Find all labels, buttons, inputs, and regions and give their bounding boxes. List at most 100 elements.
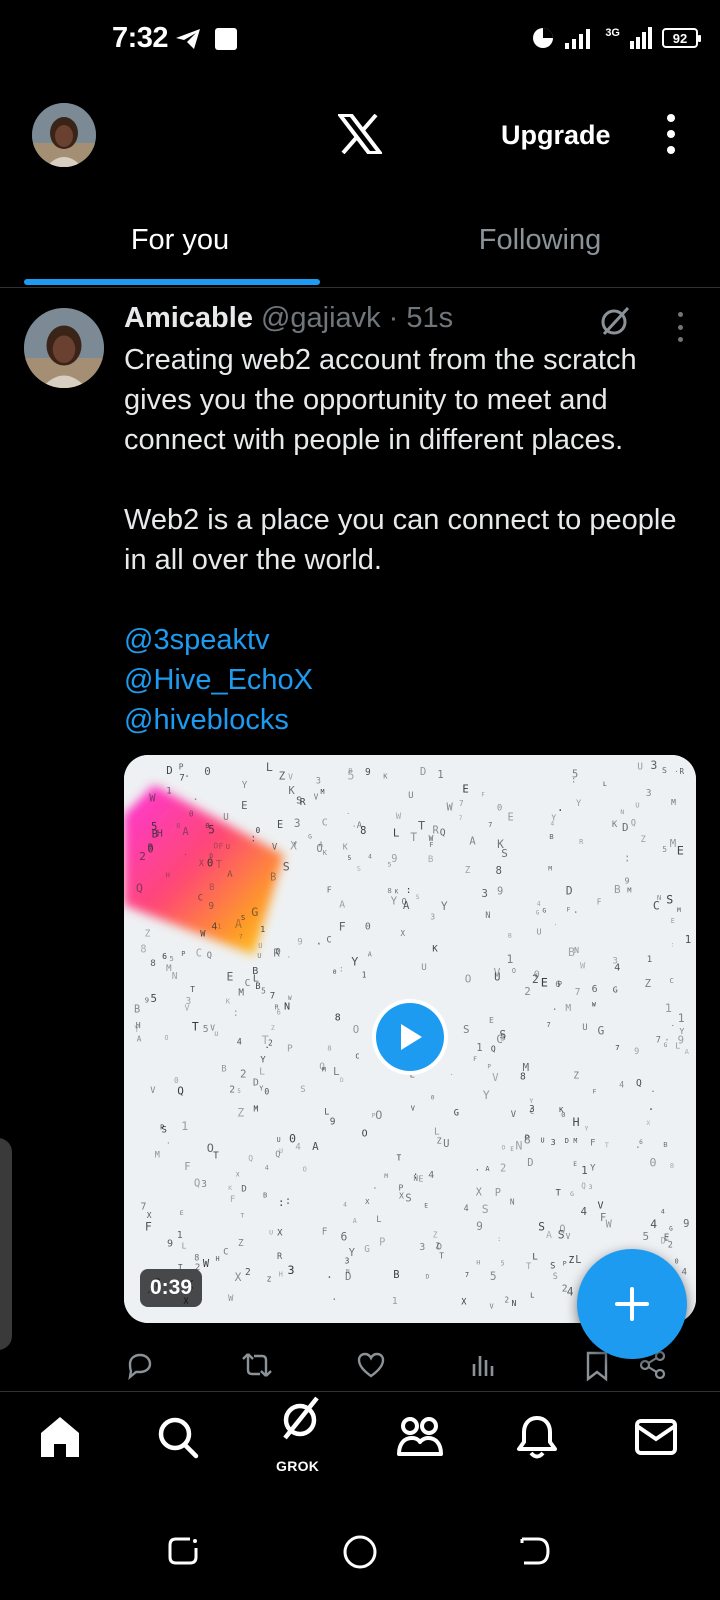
status-bar: 7:32 3G 92 [0, 0, 720, 80]
like-icon[interactable] [356, 1350, 386, 1380]
svg-text:S: S [283, 860, 290, 874]
mention-link[interactable]: @hiveblocks [124, 700, 704, 740]
views-icon[interactable] [470, 1350, 498, 1380]
svg-text:U: U [537, 927, 542, 937]
search-icon[interactable] [156, 1414, 200, 1460]
retweet-icon[interactable] [240, 1350, 274, 1380]
svg-text:M: M [627, 886, 631, 895]
svg-text:F: F [597, 898, 602, 907]
svg-text:5: 5 [348, 855, 352, 862]
home-icon[interactable] [38, 1414, 82, 1460]
svg-text:Q: Q [177, 1085, 184, 1098]
grok-icon[interactable] [279, 1394, 323, 1442]
tweet-video[interactable]: C40B:MWOT0BOL43PLSXL0B7U5DA·CNV9S2ZWUP1A… [124, 755, 696, 1323]
svg-text:P: P [287, 1043, 293, 1054]
svg-text:·: · [557, 803, 564, 817]
reply-icon[interactable] [124, 1350, 154, 1380]
svg-text:2: 2 [245, 1267, 251, 1278]
svg-text:F: F [590, 1138, 595, 1148]
recent-apps-icon[interactable] [166, 1534, 200, 1568]
svg-text:A: A [546, 1230, 552, 1241]
svg-text:8: 8 [387, 886, 391, 895]
svg-text::: : [278, 1197, 284, 1209]
plus-icon [615, 1287, 649, 1321]
svg-text:1: 1 [665, 1001, 672, 1015]
svg-text:·: · [192, 793, 199, 806]
mention-link[interactable]: @3speaktv [124, 620, 704, 660]
svg-text:E: E [489, 1015, 494, 1025]
svg-text:Q: Q [207, 951, 212, 961]
svg-text:0: 0 [204, 765, 211, 778]
svg-text:2: 2 [139, 850, 146, 863]
tweet[interactable]: Amicable @gajiavk · 51s Creating web2 ac… [0, 288, 720, 1392]
tweet-more-icon[interactable] [676, 312, 684, 342]
more-options-icon[interactable] [666, 114, 676, 154]
svg-text:D: D [241, 1184, 246, 1194]
svg-text:S: S [296, 796, 302, 807]
upgrade-button[interactable]: Upgrade [501, 120, 611, 151]
compose-button[interactable] [577, 1249, 687, 1359]
home-button-icon[interactable] [342, 1534, 378, 1570]
svg-text:5: 5 [347, 768, 354, 782]
svg-text:N: N [172, 971, 178, 982]
svg-text:8: 8 [194, 1253, 199, 1263]
svg-text:V: V [411, 1105, 415, 1113]
svg-text:L: L [532, 1252, 538, 1263]
svg-text:N: N [620, 808, 624, 816]
back-icon[interactable] [518, 1534, 552, 1568]
svg-text:W: W [429, 834, 434, 843]
communities-icon[interactable] [396, 1414, 444, 1460]
svg-text:4: 4 [368, 853, 372, 860]
svg-text:C: C [223, 1247, 228, 1257]
svg-text:L: L [376, 1215, 381, 1225]
svg-text:E: E [410, 1071, 415, 1081]
svg-text:Y: Y [529, 1098, 533, 1105]
messages-icon[interactable] [634, 1414, 678, 1460]
play-button[interactable] [376, 1003, 444, 1071]
x-logo-icon[interactable] [338, 114, 382, 154]
profile-avatar[interactable] [32, 103, 96, 167]
edge-panel-handle[interactable] [0, 1138, 12, 1350]
svg-text:·: · [552, 1004, 558, 1016]
svg-text:Z: Z [645, 977, 652, 990]
author-name[interactable]: Amicable [124, 302, 253, 335]
tab-following[interactable]: Following [360, 200, 720, 287]
svg-text:Z: Z [569, 1255, 575, 1266]
svg-text:B: B [614, 883, 621, 896]
svg-text:E: E [573, 1161, 577, 1168]
svg-text:Q: Q [440, 828, 446, 839]
svg-text:L: L [393, 827, 400, 840]
tweet-paragraph-2: Web2 is a place you can connect to peopl… [124, 504, 677, 576]
svg-text:5: 5 [203, 1024, 209, 1035]
svg-text:0: 0 [333, 969, 337, 976]
svg-text:S: S [482, 1202, 489, 1216]
svg-text:1: 1 [166, 787, 171, 797]
svg-text:C: C [670, 976, 674, 985]
author-handle[interactable]: @gajiavk [261, 302, 381, 335]
svg-text:A: A [469, 835, 476, 847]
svg-text:3: 3 [288, 1263, 295, 1277]
svg-text:U: U [637, 762, 643, 773]
svg-text:4: 4 [428, 1170, 434, 1181]
svg-text:M: M [384, 1172, 388, 1180]
svg-text:0: 0 [534, 969, 540, 980]
svg-text:3: 3 [186, 996, 192, 1007]
svg-text:B: B [221, 1065, 226, 1075]
tab-for-you[interactable]: For you [0, 200, 360, 287]
notifications-icon[interactable] [516, 1414, 558, 1460]
svg-text:T: T [526, 1262, 532, 1272]
svg-text:P: P [179, 762, 184, 771]
svg-text:0: 0 [675, 1258, 679, 1266]
bookmark-icon[interactable] [584, 1350, 610, 1382]
svg-text::: : [285, 1194, 292, 1207]
grok-explain-icon[interactable] [598, 304, 632, 338]
mention-link[interactable]: @Hive_EchoX [124, 660, 704, 700]
tweet-author-avatar[interactable] [24, 308, 104, 388]
svg-text:K: K [612, 820, 618, 830]
svg-text:3: 3 [294, 817, 301, 830]
svg-text:C: C [327, 935, 332, 945]
svg-text:M: M [548, 864, 552, 872]
svg-text:W: W [606, 1219, 613, 1230]
svg-text:9: 9 [683, 1218, 689, 1230]
svg-text:B: B [209, 883, 214, 893]
